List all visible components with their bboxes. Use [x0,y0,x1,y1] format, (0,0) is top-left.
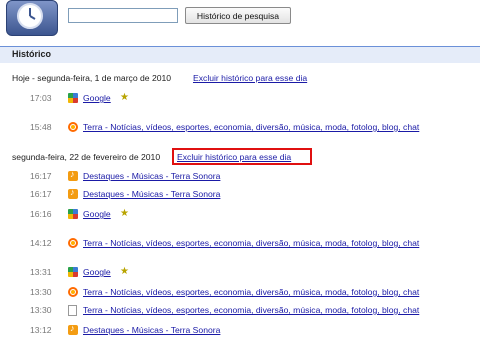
entry-time: 13:12 [30,325,52,335]
entry-link[interactable]: Destaques - Músicas - Terra Sonora [83,171,220,181]
entry-time: 13:30 [30,287,52,297]
entry-link[interactable]: Destaques - Músicas - Terra Sonora [83,189,220,199]
entry-link[interactable]: Google [83,267,111,277]
terra-sonora-icon [68,169,78,181]
history-entry: 16:17 Destaques - Músicas - Terra Sonora [0,187,480,202]
history-entry: 13:30 Terra - Notícias, vídeos, esportes… [0,286,480,300]
entry-time: 16:17 [30,171,52,181]
entry-link[interactable]: Terra - Notícias, vídeos, esportes, econ… [83,238,419,248]
terra-sonora-icon [68,187,78,199]
history-entry: 14:12 Terra - Notícias, vídeos, esportes… [0,237,480,251]
history-entry: 16:16 Google ★ [0,208,480,222]
terra-icon [68,122,78,132]
terra-icon [68,238,78,248]
entry-link[interactable]: Destaques - Músicas - Terra Sonora [83,325,220,335]
entry-time: 17:03 [30,93,52,103]
history-entry: 13:30 Terra - Notícias, vídeos, esportes… [0,304,480,318]
google-icon [68,209,78,219]
highlight-box [172,148,312,165]
history-entry: 13:31 Google ★ [0,266,480,280]
history-entry: 17:03 Google ★ [0,92,480,106]
delete-day-link[interactable]: Excluir histórico para esse dia [193,73,307,83]
history-entry: 13:12 Destaques - Músicas - Terra Sonora [0,323,480,338]
history-entry: 16:17 Destaques - Músicas - Terra Sonora [0,169,480,184]
star-icon[interactable]: ★ [120,266,129,277]
page-icon [68,305,77,316]
entry-link[interactable]: Google [83,209,111,219]
entry-time: 16:16 [30,209,52,219]
entry-link[interactable]: Terra - Notícias, vídeos, esportes, econ… [83,287,419,297]
entry-time: 13:31 [30,267,52,277]
google-icon [68,93,78,103]
history-section-header: Histórico [0,46,480,63]
search-history-button[interactable]: Histórico de pesquisa [185,7,291,24]
entry-time: 15:48 [30,122,52,132]
day-header: segunda-feira, 22 de fevereiro de 2010 [12,152,161,162]
entry-link[interactable]: Google [83,93,111,103]
top-bar: Histórico de pesquisa [0,0,480,38]
entry-link[interactable]: Terra - Notícias, vídeos, esportes, econ… [83,122,419,132]
section-title: Histórico [12,49,52,59]
entry-time: 16:17 [30,189,52,199]
google-icon [68,267,78,277]
history-entry: 15:48 Terra - Notícias, vídeos, esportes… [0,121,480,135]
day-header: Hoje - segunda-feira, 1 de março de 2010 [12,73,172,83]
clock-icon [17,3,43,29]
search-input[interactable] [68,8,178,23]
terra-sonora-icon [68,323,78,335]
terra-icon [68,287,78,297]
entry-link[interactable]: Terra - Notícias, vídeos, esportes, econ… [83,305,419,315]
history-logo [6,0,58,36]
entry-time: 14:12 [30,238,52,248]
star-icon[interactable]: ★ [120,208,129,219]
entry-time: 13:30 [30,305,52,315]
star-icon[interactable]: ★ [120,92,129,103]
